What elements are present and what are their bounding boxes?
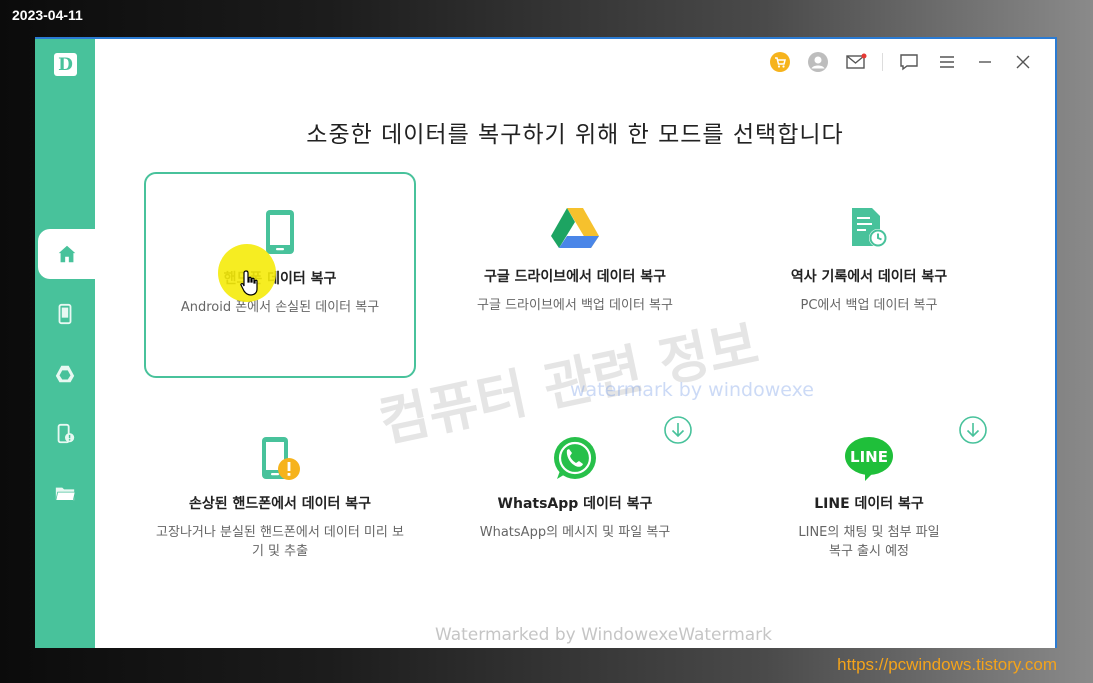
card-description: 고장나거나 분실된 핸드폰에서 데이터 미리 보기 및 추출 <box>156 525 404 559</box>
card-title: WhatsApp 데이터 복구 <box>497 496 653 512</box>
broken-phone-icon <box>262 437 300 480</box>
cart-icon <box>770 52 790 72</box>
blog-url[interactable]: https://pcwindows.tistory.com <box>837 655 1057 675</box>
whatsapp-download-button[interactable] <box>663 415 693 449</box>
card-title: LINE 데이터 복구 <box>814 496 924 512</box>
drive-icon <box>55 365 75 383</box>
download-icon <box>959 416 987 444</box>
sidebar-item-phone[interactable] <box>35 289 95 339</box>
history-file-icon <box>852 208 887 247</box>
page-title: 소중한 데이터를 복구하기 위해 한 모드를 선택합니다 <box>306 122 844 148</box>
broken-phone-icon <box>57 423 75 444</box>
menu-button[interactable] <box>935 51 959 73</box>
card-description: PC에서 백업 데이터 복구 <box>800 298 938 313</box>
card-icon-wrap <box>146 208 414 256</box>
card-description: WhatsApp의 메시지 및 파일 복구 <box>479 525 671 540</box>
main-content: 소중한 데이터를 복구하기 위해 한 모드를 선택합니다 핸드폰 데이터 복구 … <box>95 39 1055 648</box>
google-drive-icon <box>551 208 599 248</box>
sidebar-item-google-drive[interactable] <box>35 349 95 399</box>
cart-button[interactable] <box>768 51 792 73</box>
sidebar-item-broken-phone[interactable] <box>35 409 95 459</box>
mail-button[interactable] <box>844 51 868 73</box>
phone-icon <box>58 303 72 325</box>
minimize-icon <box>979 61 991 63</box>
line-icon-label: LINE <box>850 448 888 466</box>
card-title: 구글 드라이브에서 데이터 복구 <box>483 269 667 285</box>
card-description: LINE의 채팅 및 첨부 파일 복구 출시 예정 <box>798 525 940 559</box>
feedback-button[interactable] <box>897 51 921 73</box>
watermark-english: watermark by windowexe <box>570 379 814 401</box>
phone-icon <box>266 210 294 254</box>
whatsapp-icon <box>554 437 596 479</box>
app-logo: D <box>54 53 77 76</box>
watermark-bottom: Watermarked by WindowexeWatermark <box>435 625 773 645</box>
title-bar-actions <box>768 51 1035 73</box>
app-window: D 소중한 데이터를 복구하기 위해 한 모드를 선택합니다 핸드폰 데이터 복… <box>35 37 1057 648</box>
close-icon <box>1016 55 1030 69</box>
sidebar-item-folder[interactable] <box>35 469 95 519</box>
card-title: 손상된 핸드폰에서 데이터 복구 <box>188 496 372 512</box>
feedback-icon <box>900 54 918 71</box>
minimize-button[interactable] <box>973 51 997 73</box>
sidebar-item-home[interactable] <box>38 229 95 279</box>
mode-card-broken-phone[interactable]: 손상된 핸드폰에서 데이터 복구 고장나거나 분실된 핸드폰에서 데이터 미리 … <box>144 399 416 605</box>
hand-cursor-icon <box>240 270 258 296</box>
card-title: 핸드폰 데이터 복구 <box>223 271 337 287</box>
user-icon <box>808 52 828 72</box>
user-button[interactable] <box>806 51 830 73</box>
card-description: Android 폰에서 손실된 데이터 복구 <box>180 300 380 315</box>
sidebar: D <box>35 39 95 648</box>
line-download-button[interactable] <box>958 415 988 449</box>
card-icon-wrap <box>733 206 1005 254</box>
card-icon-wrap <box>144 435 416 483</box>
download-icon <box>664 416 692 444</box>
toolbar-divider <box>882 53 883 71</box>
card-title: 역사 기록에서 데이터 복구 <box>790 269 948 285</box>
line-icon: LINE <box>845 437 893 481</box>
home-icon <box>58 245 75 263</box>
date-stamp: 2023-04-11 <box>12 7 83 23</box>
menu-icon <box>940 56 954 68</box>
close-button[interactable] <box>1011 51 1035 73</box>
folder-icon <box>55 487 76 501</box>
mode-card-google-drive[interactable]: 구글 드라이브에서 데이터 복구 구글 드라이브에서 백업 데이터 복구 <box>439 172 711 378</box>
mail-icon <box>846 53 867 69</box>
card-description: 구글 드라이브에서 백업 데이터 복구 <box>477 298 673 313</box>
mode-card-phone-recovery[interactable]: 핸드폰 데이터 복구 Android 폰에서 손실된 데이터 복구 <box>144 172 416 378</box>
mode-card-history-backup[interactable]: 역사 기록에서 데이터 복구 PC에서 백업 데이터 복구 <box>733 172 1005 378</box>
card-icon-wrap <box>439 206 711 254</box>
